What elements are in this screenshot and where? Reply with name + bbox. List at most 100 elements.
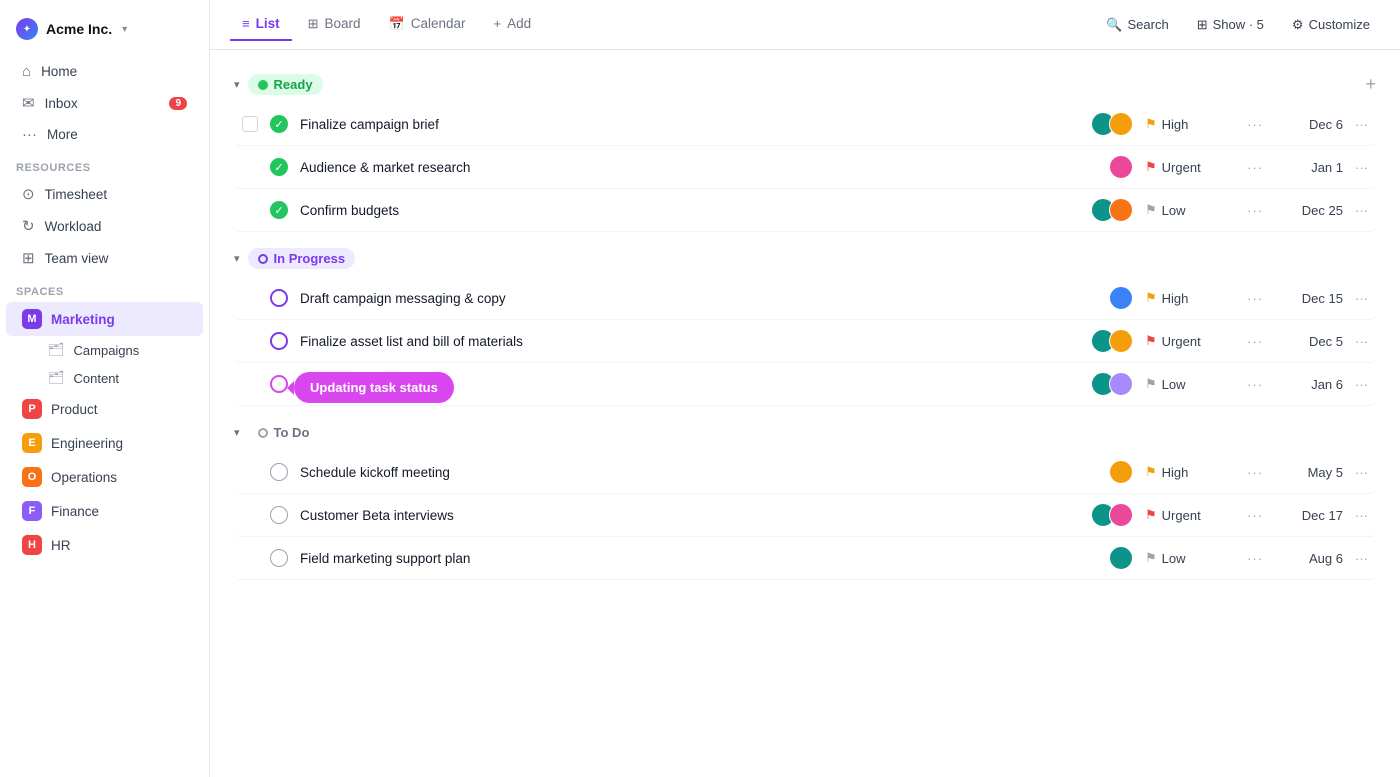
task-options-icon[interactable]: ···: [1355, 160, 1368, 175]
task-options-icon[interactable]: ···: [1355, 465, 1368, 480]
customize-button[interactable]: ⚙ Customize: [1282, 12, 1380, 38]
ready-add-button[interactable]: +: [1365, 74, 1376, 95]
sidebar-space-product[interactable]: P Product: [6, 392, 203, 426]
sidebar-item-workload[interactable]: ↻ Workload: [6, 210, 203, 242]
flag-icon: ⚑: [1145, 159, 1157, 175]
sidebar-sub-campaigns[interactable]: 🗂 Campaigns: [6, 336, 203, 364]
sidebar-item-team-view[interactable]: ⊞ Team view: [6, 242, 203, 274]
task-options-icon[interactable]: ···: [1355, 377, 1368, 392]
task-row[interactable]: Draft campaign messaging & copy ⚑ High ·…: [234, 277, 1376, 320]
task-assignees: [1109, 286, 1133, 310]
ready-dot: [258, 80, 268, 90]
task-options-icon[interactable]: ···: [1355, 291, 1368, 306]
avatar: [1109, 546, 1133, 570]
task-row[interactable]: Finalize asset list and bill of material…: [234, 320, 1376, 363]
task-options-icon[interactable]: ···: [1355, 551, 1368, 566]
in-progress-dot: [258, 254, 268, 264]
show-button[interactable]: ⊞ Show · 5: [1187, 12, 1274, 38]
task-more-icon[interactable]: ···: [1247, 508, 1271, 523]
task-checkbox[interactable]: [242, 116, 258, 132]
tab-board-label: Board: [325, 16, 361, 31]
task-priority: ⚑ Urgent: [1145, 159, 1235, 175]
task-date: Dec 6: [1283, 117, 1343, 132]
avatar: [1109, 372, 1133, 396]
sidebar-nav-inbox-label: Inbox: [45, 96, 78, 111]
task-priority: ⚑ Low: [1145, 376, 1235, 392]
folder-icon: 🗂: [48, 342, 65, 358]
task-assignees: [1091, 372, 1133, 396]
task-options-icon[interactable]: ···: [1355, 334, 1368, 349]
search-button[interactable]: 🔍 Search: [1096, 12, 1178, 38]
sidebar-item-team-view-label: Team view: [45, 251, 109, 266]
task-row[interactable]: ✓ Finalize campaign brief ⚑ High ··· Dec…: [234, 103, 1376, 146]
todo-section-header[interactable]: ▾ To Do: [234, 414, 1376, 451]
task-date: Dec 15: [1283, 291, 1343, 306]
task-row[interactable]: ✓ Confirm budgets ⚑ Low ··· Dec 25 ···: [234, 189, 1376, 232]
task-priority: ⚑ Urgent: [1145, 333, 1235, 349]
in-progress-section-header[interactable]: ▾ In Progress: [234, 240, 1376, 277]
task-more-icon[interactable]: ···: [1247, 117, 1271, 132]
task-row[interactable]: Define channel strategy ⚑ Low ··· Jan 6 …: [234, 363, 1376, 406]
priority-label: High: [1162, 291, 1189, 306]
priority-label: Urgent: [1162, 508, 1201, 523]
task-date: Aug 6: [1283, 551, 1343, 566]
task-row[interactable]: Schedule kickoff meeting ⚑ High ··· May …: [234, 451, 1376, 494]
sidebar-nav-home-label: Home: [41, 64, 77, 79]
ready-section: ▾ Ready + ✓ Finalize campaign brief ⚑: [234, 66, 1376, 232]
sidebar: Acme Inc. ▾ ⌂ Home ✉ Inbox 9 ··· More Re…: [0, 0, 210, 777]
sidebar-nav-home[interactable]: ⌂ Home: [6, 56, 203, 87]
sidebar-item-timesheet[interactable]: ⊙ Timesheet: [6, 178, 203, 210]
tab-list[interactable]: ≡ List: [230, 8, 292, 41]
priority-label: Low: [1162, 377, 1186, 392]
task-more-icon[interactable]: ···: [1247, 334, 1271, 349]
task-row[interactable]: ✓ Audience & market research ⚑ Urgent ··…: [234, 146, 1376, 189]
app-logo[interactable]: Acme Inc. ▾: [0, 12, 209, 56]
task-row[interactable]: Customer Beta interviews ⚑ Urgent ··· De…: [234, 494, 1376, 537]
avatar: [1109, 329, 1133, 353]
tab-add[interactable]: + Add: [482, 8, 544, 41]
sidebar-space-finance-label: Finance: [51, 504, 99, 519]
task-more-icon[interactable]: ···: [1247, 377, 1271, 392]
task-name: Confirm budgets: [300, 203, 1079, 218]
task-options-icon[interactable]: ···: [1355, 508, 1368, 523]
task-options-icon[interactable]: ···: [1355, 203, 1368, 218]
sidebar-space-operations[interactable]: O Operations: [6, 460, 203, 494]
task-priority: ⚑ High: [1145, 290, 1235, 306]
sidebar-space-marketing[interactable]: M Marketing: [6, 302, 203, 336]
sidebar-space-finance[interactable]: F Finance: [6, 494, 203, 528]
operations-badge: O: [22, 467, 42, 487]
flag-icon: ⚑: [1145, 202, 1157, 218]
priority-label: High: [1162, 465, 1189, 480]
finance-badge: F: [22, 501, 42, 521]
tab-board[interactable]: ⊞ Board: [296, 8, 373, 42]
avatar: [1109, 503, 1133, 527]
sidebar-space-product-label: Product: [51, 402, 98, 417]
task-assignees: [1091, 198, 1133, 222]
task-row[interactable]: Field marketing support plan ⚑ Low ··· A…: [234, 537, 1376, 580]
sidebar-nav-more[interactable]: ··· More: [6, 119, 203, 150]
ready-status-badge: Ready: [248, 74, 323, 95]
sidebar-sub-content[interactable]: 🗂 Content: [6, 364, 203, 392]
task-more-icon[interactable]: ···: [1247, 291, 1271, 306]
task-priority: ⚑ Urgent: [1145, 507, 1235, 523]
task-date: Jan 6: [1283, 377, 1343, 392]
topbar-actions: 🔍 Search ⊞ Show · 5 ⚙ Customize: [1096, 12, 1380, 38]
tab-add-label: Add: [507, 16, 531, 31]
in-progress-section: ▾ In Progress Draft campaign messaging &…: [234, 240, 1376, 406]
sidebar-item-workload-label: Workload: [45, 219, 102, 234]
sidebar-space-engineering[interactable]: E Engineering: [6, 426, 203, 460]
sidebar-space-hr[interactable]: H HR: [6, 528, 203, 562]
task-more-icon[interactable]: ···: [1247, 160, 1271, 175]
tab-calendar[interactable]: 📅 Calendar: [377, 8, 478, 42]
task-more-icon[interactable]: ···: [1247, 551, 1271, 566]
task-more-icon[interactable]: ···: [1247, 465, 1271, 480]
inbox-icon: ✉: [22, 94, 35, 112]
plus-icon: +: [494, 16, 502, 31]
flag-icon: ⚑: [1145, 116, 1157, 132]
task-options-icon[interactable]: ···: [1355, 117, 1368, 132]
task-status-done-icon: ✓: [270, 201, 288, 219]
task-more-icon[interactable]: ···: [1247, 203, 1271, 218]
avatar: [1109, 286, 1133, 310]
sidebar-nav-inbox[interactable]: ✉ Inbox 9: [6, 87, 203, 119]
ready-section-header[interactable]: ▾ Ready +: [234, 66, 1376, 103]
